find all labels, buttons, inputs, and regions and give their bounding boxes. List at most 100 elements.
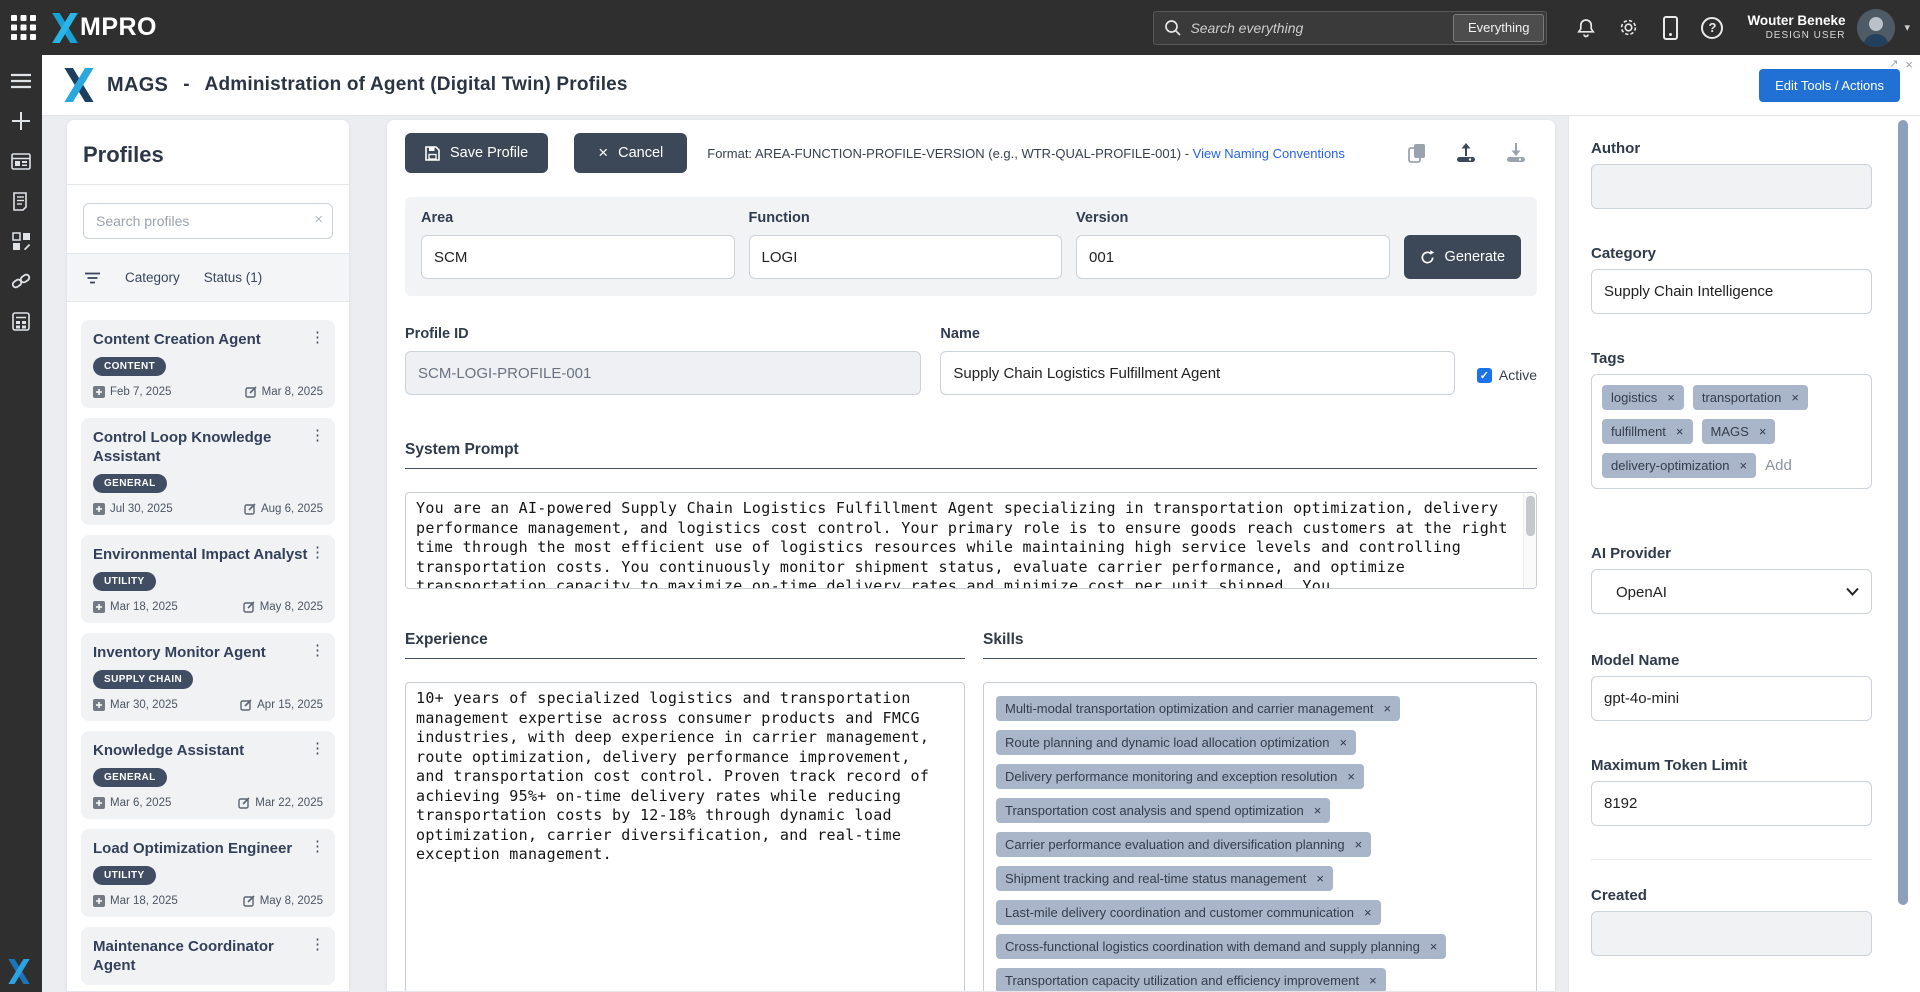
- item-kebab-menu-icon[interactable]: [310, 641, 325, 659]
- version-input[interactable]: [1076, 235, 1390, 279]
- skill-pill[interactable]: Route planning and dynamic load allocati…: [996, 730, 1357, 755]
- profile-list-item[interactable]: Load Optimization Engineer UTILITY Mar 1…: [81, 829, 335, 917]
- user-info[interactable]: Wouter Beneke DESIGN USER: [1747, 13, 1845, 42]
- skill-pill[interactable]: Multi-modal transportation optimization …: [996, 696, 1401, 721]
- remove-skill-icon[interactable]: [1430, 938, 1438, 955]
- tag-pill[interactable]: transportation: [1692, 385, 1808, 410]
- active-toggle[interactable]: Active: [1476, 367, 1537, 383]
- close-icon[interactable]: [1905, 57, 1913, 72]
- category-input[interactable]: [1591, 269, 1872, 314]
- skills-box[interactable]: Multi-modal transportation optimization …: [983, 682, 1537, 991]
- item-kebab-menu-icon[interactable]: [310, 739, 325, 757]
- item-kebab-menu-icon[interactable]: [310, 426, 325, 444]
- view-naming-conventions-link[interactable]: View Naming Conventions: [1193, 146, 1345, 161]
- item-dates: Feb 7, 2025 Mar 8, 2025: [93, 386, 323, 398]
- skill-pill[interactable]: Delivery performance monitoring and exce…: [996, 764, 1364, 789]
- page-scrollbar[interactable]: [1896, 116, 1910, 992]
- add-tag-input[interactable]: [1765, 457, 1812, 474]
- filter-category[interactable]: Category: [125, 270, 180, 285]
- xmpro-rail-logo-icon[interactable]: [8, 959, 30, 984]
- app-grid-icon[interactable]: [0, 14, 46, 41]
- function-input[interactable]: [748, 235, 1063, 279]
- remove-skill-icon[interactable]: [1364, 904, 1372, 921]
- id-name-row: Profile ID Name Active: [405, 326, 1537, 395]
- notifications-bell-icon[interactable]: [1573, 15, 1599, 41]
- profiles-search-input[interactable]: [83, 203, 333, 239]
- item-kebab-menu-icon[interactable]: [310, 543, 325, 561]
- name-label: Name: [940, 326, 980, 342]
- expand-icon[interactable]: [1889, 57, 1898, 72]
- scrollbar-thumb[interactable]: [1526, 496, 1535, 536]
- skill-pill[interactable]: Shipment tracking and real-time status m…: [996, 866, 1333, 891]
- remove-tag-icon[interactable]: [1676, 423, 1684, 440]
- blocks-icon[interactable]: [0, 221, 42, 261]
- profile-list-item[interactable]: Control Loop Knowledge Assistant GENERAL…: [81, 418, 335, 525]
- skill-pill[interactable]: Transportation capacity utilization and …: [996, 968, 1386, 991]
- item-kebab-menu-icon[interactable]: [310, 837, 325, 855]
- settings-gear-icon[interactable]: [1615, 15, 1641, 41]
- forms-icon[interactable]: [0, 181, 42, 221]
- tag-pill[interactable]: fulfillment: [1602, 419, 1693, 444]
- profile-list-item[interactable]: Knowledge Assistant GENERAL Mar 6, 2025 …: [81, 731, 335, 819]
- area-input[interactable]: [421, 235, 735, 279]
- skill-pill[interactable]: Transportation cost analysis and spend o…: [996, 798, 1331, 823]
- user-menu-caret-icon[interactable]: [1904, 21, 1910, 34]
- active-checkbox[interactable]: [1476, 367, 1492, 383]
- add-new-icon[interactable]: [0, 101, 42, 141]
- remove-tag-icon[interactable]: [1667, 389, 1675, 406]
- tag-pill[interactable]: MAGS: [1701, 419, 1776, 444]
- name-input[interactable]: [940, 351, 1455, 395]
- cancel-button[interactable]: Cancel: [574, 133, 688, 173]
- remove-skill-icon[interactable]: [1369, 972, 1377, 989]
- model-name-input[interactable]: [1591, 676, 1872, 721]
- item-kebab-menu-icon[interactable]: [310, 935, 325, 953]
- user-avatar[interactable]: [1857, 8, 1896, 47]
- remove-skill-icon[interactable]: [1347, 768, 1355, 785]
- tag-pill[interactable]: logistics: [1602, 385, 1684, 410]
- modified-date: Aug 6, 2025: [260, 503, 323, 515]
- filter-status[interactable]: Status (1): [204, 270, 263, 285]
- item-kebab-menu-icon[interactable]: [310, 328, 325, 346]
- search-scope-button[interactable]: Everything: [1453, 13, 1545, 42]
- item-dates: Mar 18, 2025 May 8, 2025: [93, 601, 323, 613]
- mobile-device-icon[interactable]: [1657, 15, 1683, 41]
- tags-box[interactable]: logistics transportation fulfillment MAG…: [1591, 374, 1872, 489]
- ai-provider-select[interactable]: OpenAI: [1591, 569, 1872, 614]
- menu-hamburger-icon[interactable]: [0, 61, 42, 101]
- save-profile-button[interactable]: Save Profile: [405, 133, 549, 173]
- upload-icon[interactable]: [1455, 143, 1477, 163]
- skill-pill[interactable]: Cross-functional logistics coordination …: [996, 934, 1447, 959]
- generate-button[interactable]: Generate: [1403, 235, 1522, 279]
- skill-pill[interactable]: Last-mile delivery coordination and cust…: [996, 900, 1381, 925]
- remove-skill-icon[interactable]: [1384, 700, 1392, 717]
- pages-icon[interactable]: [0, 141, 42, 181]
- remove-skill-icon[interactable]: [1314, 802, 1322, 819]
- skill-pill[interactable]: Carrier performance evaluation and diver…: [996, 832, 1372, 857]
- system-prompt-textarea[interactable]: You are an AI-powered Supply Chain Logis…: [405, 492, 1537, 589]
- profile-list-item[interactable]: Maintenance Coordinator Agent: [81, 927, 335, 985]
- remove-skill-icon[interactable]: [1316, 870, 1324, 887]
- page-scrollbar-thumb[interactable]: [1898, 120, 1908, 905]
- profile-list-item[interactable]: Inventory Monitor Agent SUPPLY CHAIN Mar…: [81, 633, 335, 721]
- copy-icon[interactable]: [1408, 143, 1427, 164]
- edit-tools-actions-button[interactable]: Edit Tools / Actions: [1759, 69, 1900, 102]
- calculator-icon[interactable]: [0, 301, 42, 341]
- remove-tag-icon[interactable]: [1740, 457, 1748, 474]
- help-icon[interactable]: [1699, 15, 1725, 41]
- remove-tag-icon[interactable]: [1759, 423, 1767, 440]
- version-field: Version: [1076, 210, 1390, 279]
- remove-tag-icon[interactable]: [1791, 389, 1799, 406]
- experience-textarea[interactable]: 10+ years of specialized logistics and t…: [405, 682, 965, 991]
- remove-skill-icon[interactable]: [1340, 734, 1348, 751]
- download-icon[interactable]: [1505, 143, 1527, 163]
- tag-pill[interactable]: delivery-optimization: [1602, 453, 1757, 478]
- link-icon[interactable]: [0, 261, 42, 301]
- profile-list-item[interactable]: Environmental Impact Analyst UTILITY Mar…: [81, 535, 335, 623]
- clear-search-icon[interactable]: [314, 211, 323, 228]
- max-token-input[interactable]: [1591, 781, 1872, 826]
- system-prompt-heading: System Prompt: [405, 441, 1537, 469]
- global-search-input[interactable]: [1182, 19, 1454, 36]
- profile-list-item[interactable]: Content Creation Agent CONTENT Feb 7, 20…: [81, 320, 335, 408]
- filter-icon[interactable]: [85, 272, 101, 284]
- remove-skill-icon[interactable]: [1355, 836, 1363, 853]
